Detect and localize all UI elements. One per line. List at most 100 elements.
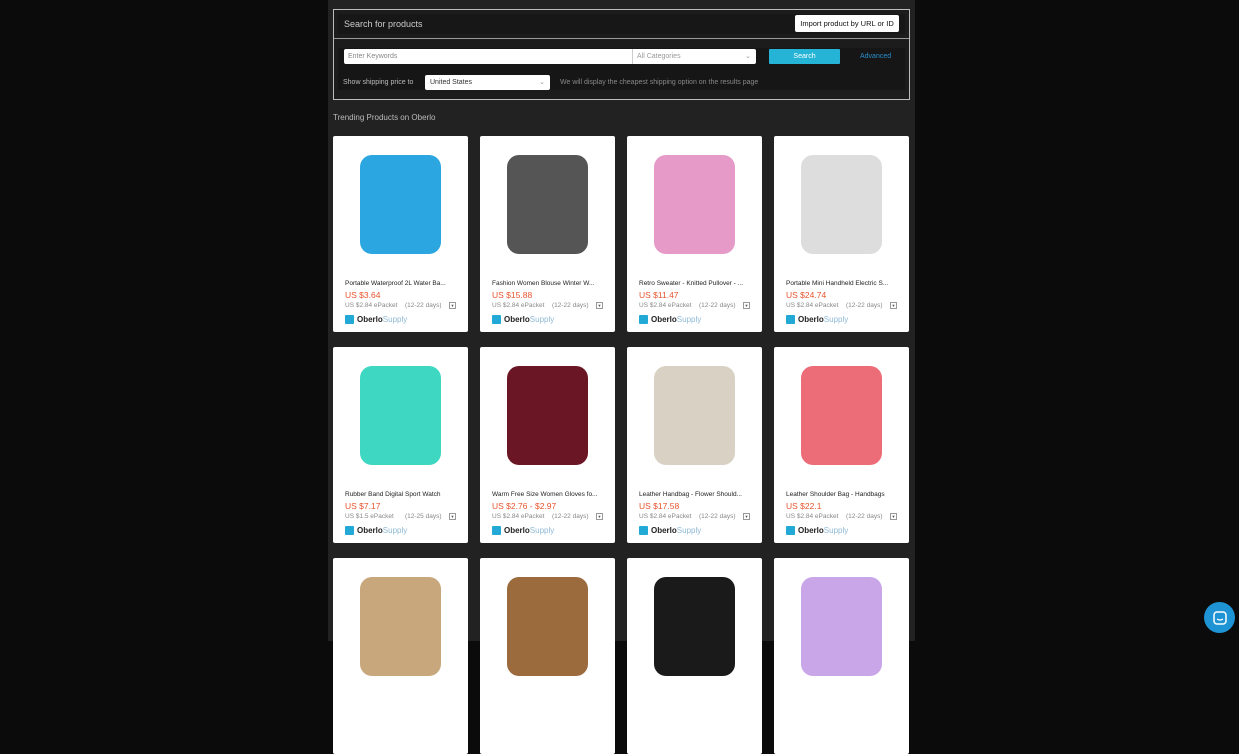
shipping-price: US $2.84 ePacket — [639, 513, 692, 520]
oberlo-supply-badge: OberloSupply — [345, 526, 407, 535]
shipping-days: (12-25 days) — [405, 513, 442, 520]
product-card[interactable]: Leather Shoulder Bag - Handbags US $22.1… — [774, 347, 909, 543]
oberlo-logo-icon — [492, 315, 501, 324]
product-card[interactable]: Portable Mini Handheld Electric S... US … — [774, 136, 909, 332]
shipping-days: (12-22 days) — [552, 513, 589, 520]
product-card[interactable]: Portable Waterproof 2L Water Ba... US $3… — [333, 136, 468, 332]
shipping-days: (12-22 days) — [699, 302, 736, 309]
shipping-dropdown-icon[interactable]: ▼ — [596, 513, 603, 520]
brand-b: Supply — [382, 526, 408, 535]
oberlo-logo-icon — [345, 315, 354, 324]
shipping-price: US $2.84 ePacket — [786, 513, 839, 520]
brand-a: Oberlo — [357, 526, 383, 535]
shipping-price: US $2.84 ePacket — [492, 513, 545, 520]
oberlo-logo-icon — [345, 526, 354, 535]
brand-a: Oberlo — [798, 526, 824, 535]
oberlo-supply-badge: OberloSupply — [786, 315, 848, 324]
product-image[interactable] — [490, 560, 605, 693]
product-card[interactable]: Leather Handbag - Flower Should... US $1… — [627, 347, 762, 543]
chat-button[interactable] — [1204, 602, 1235, 633]
product-name[interactable]: Leather Shoulder Bag - Handbags — [786, 491, 898, 498]
shipping-price: US $1.5 ePacket — [345, 513, 394, 520]
shipping-country-select[interactable]: United States ⌄ — [425, 75, 550, 90]
product-card[interactable]: Warm Free Size Women Gloves fo... US $2.… — [480, 347, 615, 543]
product-price: US $11.47 — [639, 290, 679, 300]
product-image[interactable] — [784, 349, 899, 482]
oberlo-logo-icon — [786, 315, 795, 324]
shipping-dropdown-icon[interactable]: ▼ — [890, 513, 897, 520]
product-name[interactable]: Leather Handbag - Flower Should... — [639, 491, 751, 498]
category-value: All Categories — [637, 53, 681, 60]
divider — [334, 38, 909, 39]
brand-b: Supply — [823, 526, 849, 535]
oberlo-supply-badge: OberloSupply — [639, 315, 701, 324]
shipping-dropdown-icon[interactable]: ▼ — [449, 302, 456, 309]
product-name[interactable]: Warm Free Size Women Gloves fo... — [492, 491, 604, 498]
shipping-dropdown-icon[interactable]: ▼ — [449, 513, 456, 520]
shipping-days: (12-22 days) — [552, 302, 589, 309]
product-price: US $24.74 — [786, 290, 827, 300]
product-name[interactable]: Retro Sweater - Knitted Pullover - ... — [639, 280, 751, 287]
product-image[interactable] — [490, 349, 605, 482]
search-panel: Search for products Import product by UR… — [333, 9, 910, 100]
product-card[interactable] — [627, 558, 762, 754]
brand-b: Supply — [529, 526, 555, 535]
import-product-button[interactable]: Import product by URL or ID — [795, 15, 899, 32]
shipping-price: US $2.84 ePacket — [786, 302, 839, 309]
oberlo-logo-icon — [639, 526, 648, 535]
oberlo-supply-badge: OberloSupply — [345, 315, 407, 324]
oberlo-logo-icon — [492, 526, 501, 535]
brand-a: Oberlo — [798, 315, 824, 324]
product-name[interactable]: Portable Mini Handheld Electric S... — [786, 280, 898, 287]
oberlo-supply-badge: OberloSupply — [639, 526, 701, 535]
keywords-input[interactable]: Enter Keywords — [344, 49, 632, 64]
brand-a: Oberlo — [357, 315, 383, 324]
product-name[interactable]: Portable Waterproof 2L Water Ba... — [345, 280, 457, 287]
product-price: US $3.64 — [345, 290, 381, 300]
product-card[interactable] — [774, 558, 909, 754]
product-card[interactable] — [333, 558, 468, 754]
category-select[interactable]: All Categories ⌄ — [632, 49, 756, 64]
product-name[interactable]: Rubber Band Digital Sport Watch — [345, 491, 457, 498]
shipping-country-value: United States — [430, 79, 473, 86]
product-image[interactable] — [784, 138, 899, 271]
product-image[interactable] — [637, 349, 752, 482]
chevron-down-icon: ⌄ — [539, 79, 545, 86]
chat-icon — [1212, 610, 1227, 625]
shipping-price: US $2.84 ePacket — [492, 302, 545, 309]
product-card[interactable]: Retro Sweater - Knitted Pullover - ... U… — [627, 136, 762, 332]
brand-b: Supply — [676, 315, 702, 324]
shipping-dropdown-icon[interactable]: ▼ — [743, 302, 750, 309]
product-name[interactable]: Fashion Women Blouse Winter W... — [492, 280, 604, 287]
product-image[interactable] — [343, 138, 458, 271]
shipping-days: (12-22 days) — [699, 513, 736, 520]
shipping-dropdown-icon[interactable]: ▼ — [743, 513, 750, 520]
product-card[interactable]: Rubber Band Digital Sport Watch US $7.17… — [333, 347, 468, 543]
product-image[interactable] — [343, 349, 458, 482]
shipping-dropdown-icon[interactable]: ▼ — [596, 302, 603, 309]
oberlo-supply-badge: OberloSupply — [492, 315, 554, 324]
brand-a: Oberlo — [504, 315, 530, 324]
product-card[interactable]: Fashion Women Blouse Winter W... US $15.… — [480, 136, 615, 332]
search-button[interactable]: Search — [769, 49, 840, 64]
shipping-note: We will display the cheapest shipping op… — [560, 79, 759, 86]
product-image[interactable] — [637, 560, 752, 693]
product-image[interactable] — [490, 138, 605, 271]
product-image[interactable] — [637, 138, 752, 271]
product-image[interactable] — [784, 560, 899, 693]
shipping-days: (12-22 days) — [846, 302, 883, 309]
product-card[interactable] — [480, 558, 615, 754]
oberlo-logo-icon — [786, 526, 795, 535]
product-image[interactable] — [343, 560, 458, 693]
advanced-link[interactable]: Advanced — [860, 49, 891, 64]
brand-b: Supply — [529, 315, 555, 324]
brand-a: Oberlo — [651, 526, 677, 535]
product-price: US $15.88 — [492, 290, 533, 300]
oberlo-supply-badge: OberloSupply — [786, 526, 848, 535]
shipping-price: US $2.84 ePacket — [639, 302, 692, 309]
shipping-dropdown-icon[interactable]: ▼ — [890, 302, 897, 309]
brand-a: Oberlo — [651, 315, 677, 324]
product-price: US $17.58 — [639, 501, 680, 511]
chevron-down-icon: ⌄ — [745, 53, 751, 60]
brand-b: Supply — [382, 315, 408, 324]
